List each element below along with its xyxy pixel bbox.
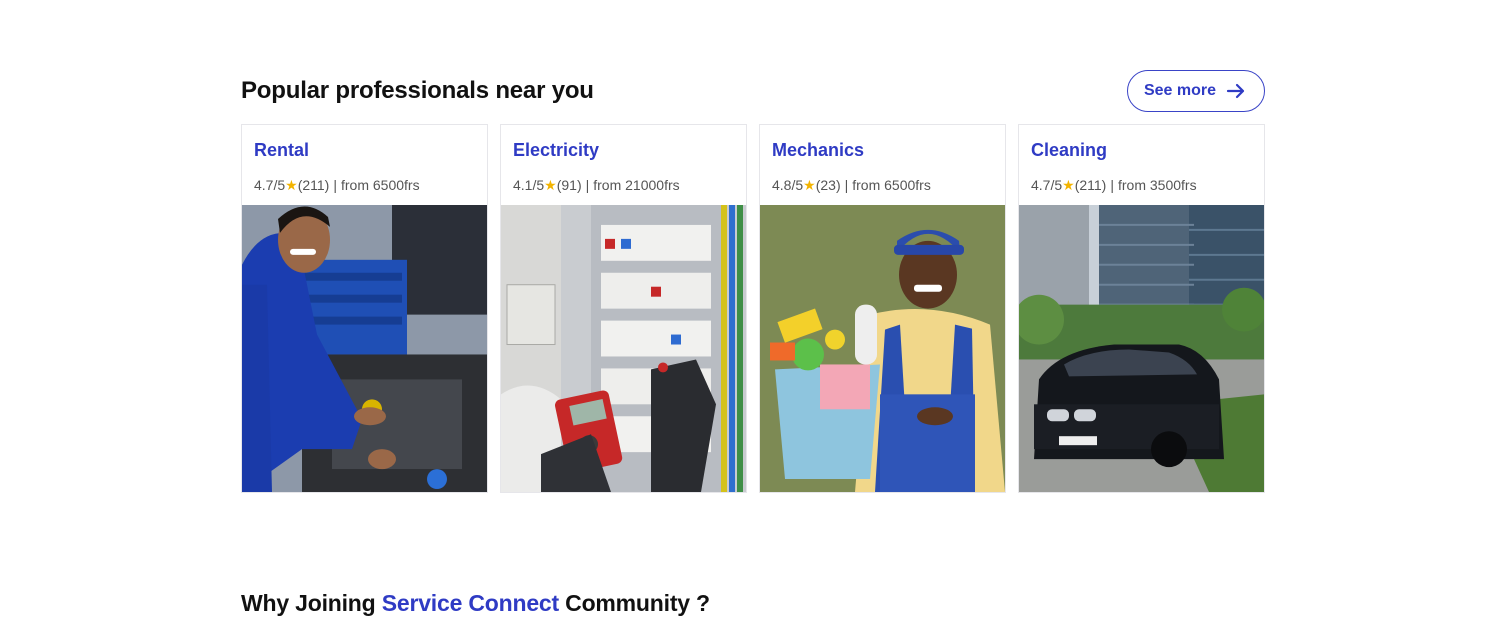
professional-card-cleaning[interactable]: Cleaning 4.7/5★(211) | from 3500frs — [1018, 124, 1265, 493]
card-rating: 4.1/5 — [513, 177, 545, 193]
see-more-button[interactable]: See more — [1126, 70, 1265, 112]
card-meta: 4.7/5★(211) | from 3500frs — [1019, 169, 1264, 205]
card-title: Electricity — [513, 140, 600, 160]
card-rating: 4.7/5 — [1031, 177, 1063, 193]
star-icon: ★ — [544, 177, 557, 193]
popular-header: Popular professionals near you See more — [241, 70, 1265, 112]
star-icon: ★ — [803, 177, 816, 193]
brand-name: Service Connect — [381, 590, 559, 616]
professionals-list: Rental 4.7/5★(211) | from 6500frs Electr… — [241, 124, 1265, 493]
meta-divider: | — [844, 177, 849, 193]
why-join-suffix: Community ? — [565, 590, 710, 616]
card-meta: 4.1/5★(91) | from 21000frs — [501, 169, 746, 205]
professional-card-rental[interactable]: Rental 4.7/5★(211) | from 6500frs — [241, 124, 488, 493]
professional-card-mechanics[interactable]: Mechanics 4.8/5★(23) | from 6500frs — [759, 124, 1006, 493]
card-reviews: (91) — [556, 177, 582, 193]
star-icon: ★ — [285, 177, 298, 193]
card-reviews: (211) — [1074, 177, 1107, 193]
section-title: Popular professionals near you — [241, 77, 594, 104]
meta-divider: | — [585, 177, 590, 193]
meta-divider: | — [1110, 177, 1114, 193]
card-title: Cleaning — [1031, 140, 1108, 160]
card-rating: 4.8/5 — [772, 177, 804, 193]
card-title: Rental — [254, 140, 310, 160]
card-reviews: (23) — [815, 177, 841, 193]
meta-divider: | — [333, 177, 337, 193]
card-price: from 3500frs — [1118, 177, 1197, 193]
why-join-prefix: Why Joining — [241, 590, 376, 616]
electrician-testing-panel-photo — [501, 205, 746, 492]
card-price: from 6500frs — [341, 177, 420, 193]
mechanic-repairing-engine-photo — [242, 205, 487, 492]
arrow-right-icon — [1226, 81, 1246, 101]
card-rating: 4.7/5 — [254, 177, 286, 193]
card-meta: 4.7/5★(211) | from 6500frs — [242, 169, 487, 205]
card-meta: 4.8/5★(23) | from 6500frs — [760, 169, 1005, 205]
cleaner-holding-bucket-photo — [760, 205, 1005, 492]
see-more-label: See more — [1143, 82, 1216, 99]
card-price: from 21000frs — [593, 177, 680, 193]
star-icon: ★ — [1062, 177, 1075, 193]
card-reviews: (211) — [297, 177, 330, 193]
why-join-heading: Why Joining Service Connect Community ? — [241, 590, 710, 617]
card-title: Mechanics — [772, 140, 865, 160]
card-price: from 6500frs — [852, 177, 931, 193]
black-car-near-buildings-photo — [1019, 205, 1264, 492]
professional-card-electricity[interactable]: Electricity 4.1/5★(91) | from 21000frs — [500, 124, 747, 493]
